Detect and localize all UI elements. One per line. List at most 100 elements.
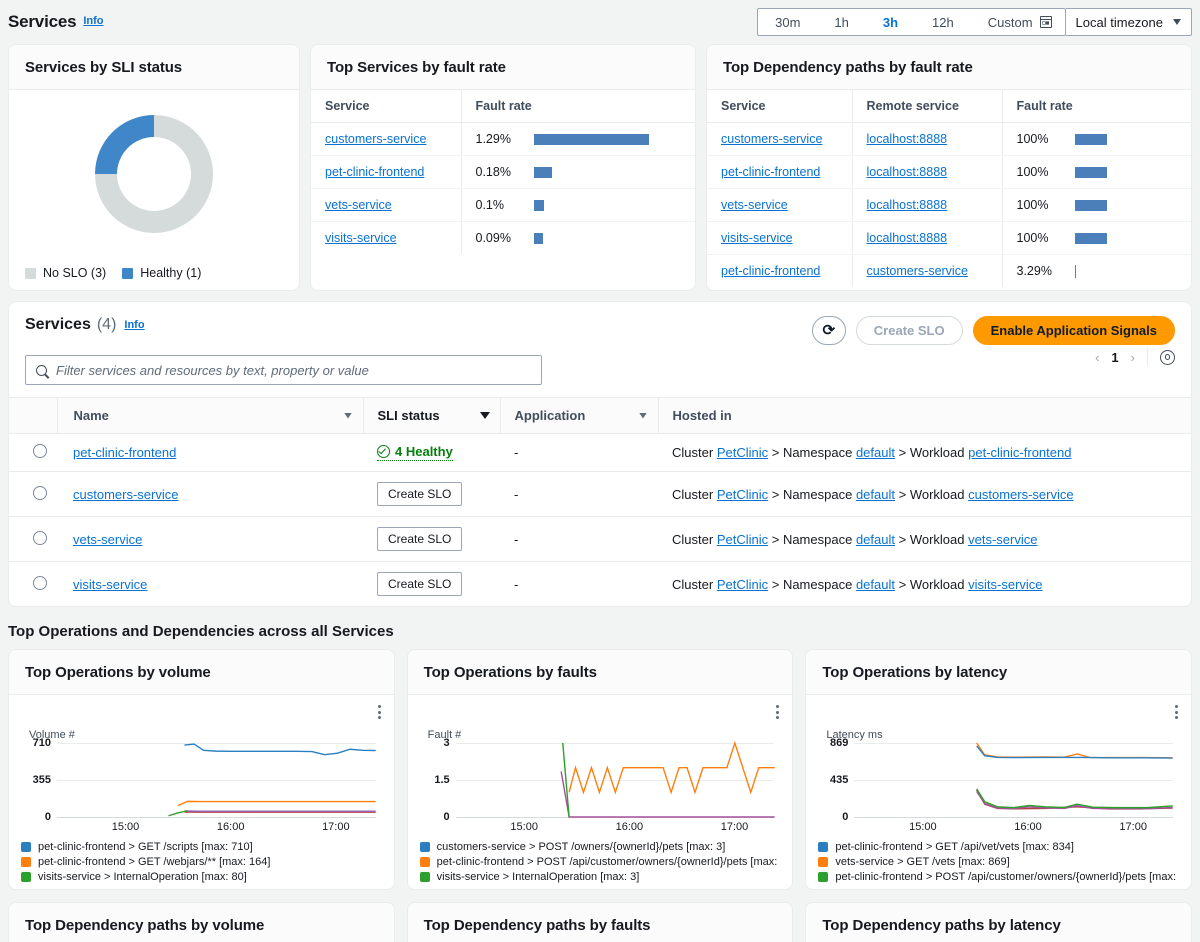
cluster-link[interactable]: PetClinic [717,487,768,502]
y-axis-tick: 355 [32,774,51,786]
cell-select [9,471,57,517]
fault-rate-bar [1074,264,1076,278]
enable-application-signals-button[interactable]: Enable Application Signals [972,316,1175,345]
col-sli-status[interactable]: SLI status [362,397,500,434]
legend-item[interactable]: pet-clinic-frontend > POST /api/customer… [419,854,780,869]
row-radio[interactable] [33,530,47,545]
previous-page-icon[interactable]: ‹ [1095,350,1099,365]
namespace-link[interactable]: default [856,487,895,502]
cluster-link[interactable]: PetClinic [717,532,768,547]
legend-label: visits-service > InternalOperation [max:… [436,870,640,883]
legend-item-healthy[interactable]: Healthy (1) [122,266,201,280]
remote-service-link[interactable]: localhost:8888 [867,198,948,212]
remote-service-link[interactable]: localhost:8888 [867,231,948,245]
top-operations-by-latency-card: Top Operations by latency Latency ms 0 43… [805,649,1193,890]
cell-name: customers-service [57,471,363,517]
cell-service: visits-service [311,222,461,255]
service-link[interactable]: customers-service [721,132,822,146]
page-info-link[interactable]: Info [83,15,103,27]
legend-item[interactable]: customers-service > POST /owners/{ownerI… [419,839,781,854]
remote-service-link[interactable]: customers-service [867,264,968,278]
chart-menu-icon[interactable] [1175,703,1179,722]
remote-service-link[interactable]: localhost:8888 [867,165,948,179]
namespace-link[interactable]: default [856,445,895,460]
refresh-button[interactable]: ⟳ [811,316,846,345]
time-range-30m[interactable]: 30m [758,9,817,35]
y-axis-label: Volume # [29,729,75,741]
service-link[interactable]: pet-clinic-frontend [325,165,424,179]
sort-icon [640,413,648,419]
plot-area-volume[interactable]: 0 355 710 [33,737,376,823]
table-row: pet-clinic-frontend localhost:8888 100% [707,155,1191,189]
workload-link[interactable]: vets-service [968,532,1037,547]
chart-menu-icon[interactable] [377,703,382,722]
cell-name: vets-service [57,516,363,562]
legend-item[interactable]: visits-service > InternalOperation [max:… [419,869,781,884]
card-header: Top Services by fault rate [311,45,695,90]
legend-item[interactable]: visits-service > InternalOperation [max:… [21,869,382,884]
col-name[interactable]: Name [56,397,363,434]
row-radio[interactable] [33,485,47,500]
time-range-3h[interactable]: 3h [866,9,915,35]
plot-area-faults[interactable]: 0 1.5 3 [434,737,775,823]
plot-area-latency[interactable]: 0 435 869 [830,737,1173,823]
sli-status-text: 4 Healthy [395,444,453,459]
service-link[interactable]: visits-service [325,231,397,245]
create-slo-row-button[interactable]: Create SLO [377,527,463,551]
row-radio[interactable] [33,444,47,458]
service-link[interactable]: pet-clinic-frontend [721,165,820,179]
legend-label: visits-service > InternalOperation [max:… [38,870,247,883]
service-name-link[interactable]: pet-clinic-frontend [73,445,176,460]
fault-rate-bar [1074,133,1107,145]
service-name-link[interactable]: visits-service [73,577,147,592]
create-slo-row-button[interactable]: Create SLO [377,572,463,596]
timezone-selector[interactable]: Local timezone [1065,8,1192,36]
time-range-12h[interactable]: 12h [915,9,971,35]
hosted-wl-label: Workload [909,486,965,502]
row-radio[interactable] [33,575,47,590]
card-title: Top Operations by faults [423,664,597,681]
card-title: Top Operations by volume [25,664,211,681]
create-slo-button[interactable]: Create SLO [855,316,963,345]
workload-link[interactable]: pet-clinic-frontend [968,445,1071,460]
service-link[interactable]: visits-service [721,231,793,245]
legend-item-no-slo[interactable]: No SLO (3) [25,266,106,280]
service-link[interactable]: pet-clinic-frontend [721,264,820,278]
next-page-icon[interactable]: › [1131,350,1135,365]
page-number[interactable]: 1 [1111,350,1118,365]
namespace-link[interactable]: default [856,577,895,592]
service-link[interactable]: customers-service [325,132,426,146]
legend-item[interactable]: pet-clinic-frontend > GET /api/vet/vets … [818,839,1179,854]
legend-item[interactable]: pet-clinic-frontend > GET /webjars/** [m… [21,854,382,869]
remote-service-link[interactable]: localhost:8888 [867,132,948,146]
x-axis-volume: 15:00 16:00 17:00 [57,817,376,835]
namespace-link[interactable]: default [856,532,895,547]
hosted-wl-label: Workload [909,576,965,592]
workload-link[interactable]: visits-service [968,577,1042,592]
service-name-link[interactable]: vets-service [73,532,142,547]
search-input[interactable]: Filter services and resources by text, p… [25,355,542,385]
services-info-link[interactable]: Info [124,319,144,331]
col-application[interactable]: Application [499,397,658,434]
sli-status-donut-chart[interactable] [95,115,213,233]
table-row: pet-clinic-frontend 0.18% [311,155,695,189]
service-link[interactable]: vets-service [325,198,392,212]
legend-item[interactable]: vets-service > GET /vets [max: 869] [818,854,1179,869]
time-range-custom[interactable]: Custom [971,9,1065,35]
gear-icon[interactable] [1160,349,1175,365]
workload-link[interactable]: customers-service [968,487,1073,502]
chart-body: Latency ms 0 435 869 15:00 16:00 17:00 pet-c… [806,695,1191,889]
time-range-1h[interactable]: 1h [817,9,865,35]
cluster-link[interactable]: PetClinic [717,445,768,460]
chart-menu-icon[interactable] [776,703,780,722]
cell-fault-rate: 0.1% [460,188,695,222]
cluster-link[interactable]: PetClinic [717,577,768,592]
legend-item[interactable]: pet-clinic-frontend > POST /api/customer… [818,869,1179,884]
time-range-selector[interactable]: 30m 1h 3h 12h Custom [757,8,1066,36]
service-name-link[interactable]: customers-service [73,487,178,502]
fault-rate-value: 100% [1016,231,1049,245]
service-link[interactable]: vets-service [721,198,788,212]
legend-swatch [21,841,31,852]
create-slo-row-button[interactable]: Create SLO [377,482,463,506]
legend-item[interactable]: pet-clinic-frontend > GET /scripts [max:… [21,839,382,854]
